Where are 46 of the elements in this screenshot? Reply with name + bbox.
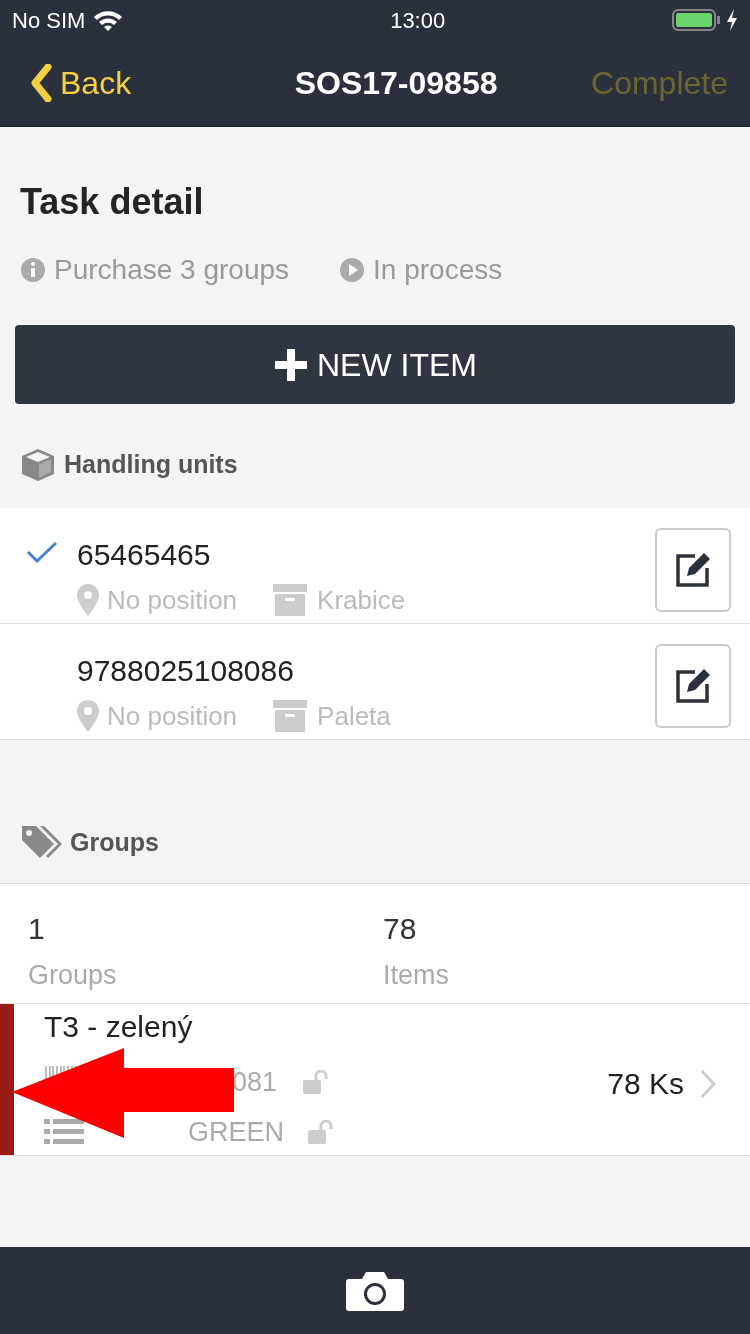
location-pin-icon — [77, 584, 99, 616]
unlocked-icon — [308, 1120, 335, 1144]
group-tag: GREEN — [188, 1111, 285, 1153]
edit-button[interactable] — [655, 527, 731, 612]
unit-position: No position — [107, 583, 238, 617]
screen-title: SOS17-09858 — [294, 64, 498, 103]
group-barcode: 081 — [232, 1065, 278, 1099]
checkmark-icon — [26, 539, 58, 564]
chevron-left-icon — [30, 64, 52, 102]
group-quantity: 78 Ks — [607, 1066, 684, 1102]
edit-icon — [675, 551, 711, 588]
list-icon — [44, 1117, 84, 1147]
archive-icon — [273, 584, 308, 616]
unit-code: 9788025108086 — [77, 652, 295, 689]
summary-value: 78 — [383, 911, 418, 947]
unlocked-icon — [303, 1070, 330, 1094]
status-time: 13:00 — [389, 6, 447, 35]
task-type: Purchase 3 groups — [54, 253, 290, 287]
section-title: Groups — [70, 826, 159, 858]
chevron-right-icon — [700, 1068, 716, 1099]
location-pin-icon — [77, 700, 99, 732]
back-button[interactable]: Back — [30, 59, 132, 107]
plus-icon — [273, 346, 309, 383]
unit-type: Krabice — [317, 583, 406, 617]
new-item-button[interactable]: NEW ITEM — [15, 325, 735, 404]
play-icon — [339, 257, 366, 283]
section-title: Handling units — [64, 449, 238, 480]
unit-code: 65465465 — [77, 536, 212, 573]
carrier-name: No SIM — [12, 6, 86, 35]
edit-icon — [675, 667, 711, 704]
info-icon — [20, 257, 46, 283]
page-title: Task detail — [20, 180, 205, 224]
battery-icon — [672, 9, 722, 31]
summary-label: Items — [383, 959, 450, 992]
camera-button[interactable] — [346, 1270, 404, 1311]
box-icon — [20, 446, 56, 483]
unit-type: Paleta — [317, 699, 391, 733]
task-status: In process — [373, 253, 503, 287]
group-name: T3 - zelený — [44, 1009, 194, 1045]
summary-value: 1 — [28, 911, 46, 947]
unit-position: No position — [107, 699, 238, 733]
wifi-icon — [93, 9, 124, 31]
tags-icon — [20, 824, 62, 861]
archive-icon — [273, 700, 308, 732]
summary-label: Groups — [28, 959, 118, 992]
edit-button[interactable] — [655, 643, 731, 728]
